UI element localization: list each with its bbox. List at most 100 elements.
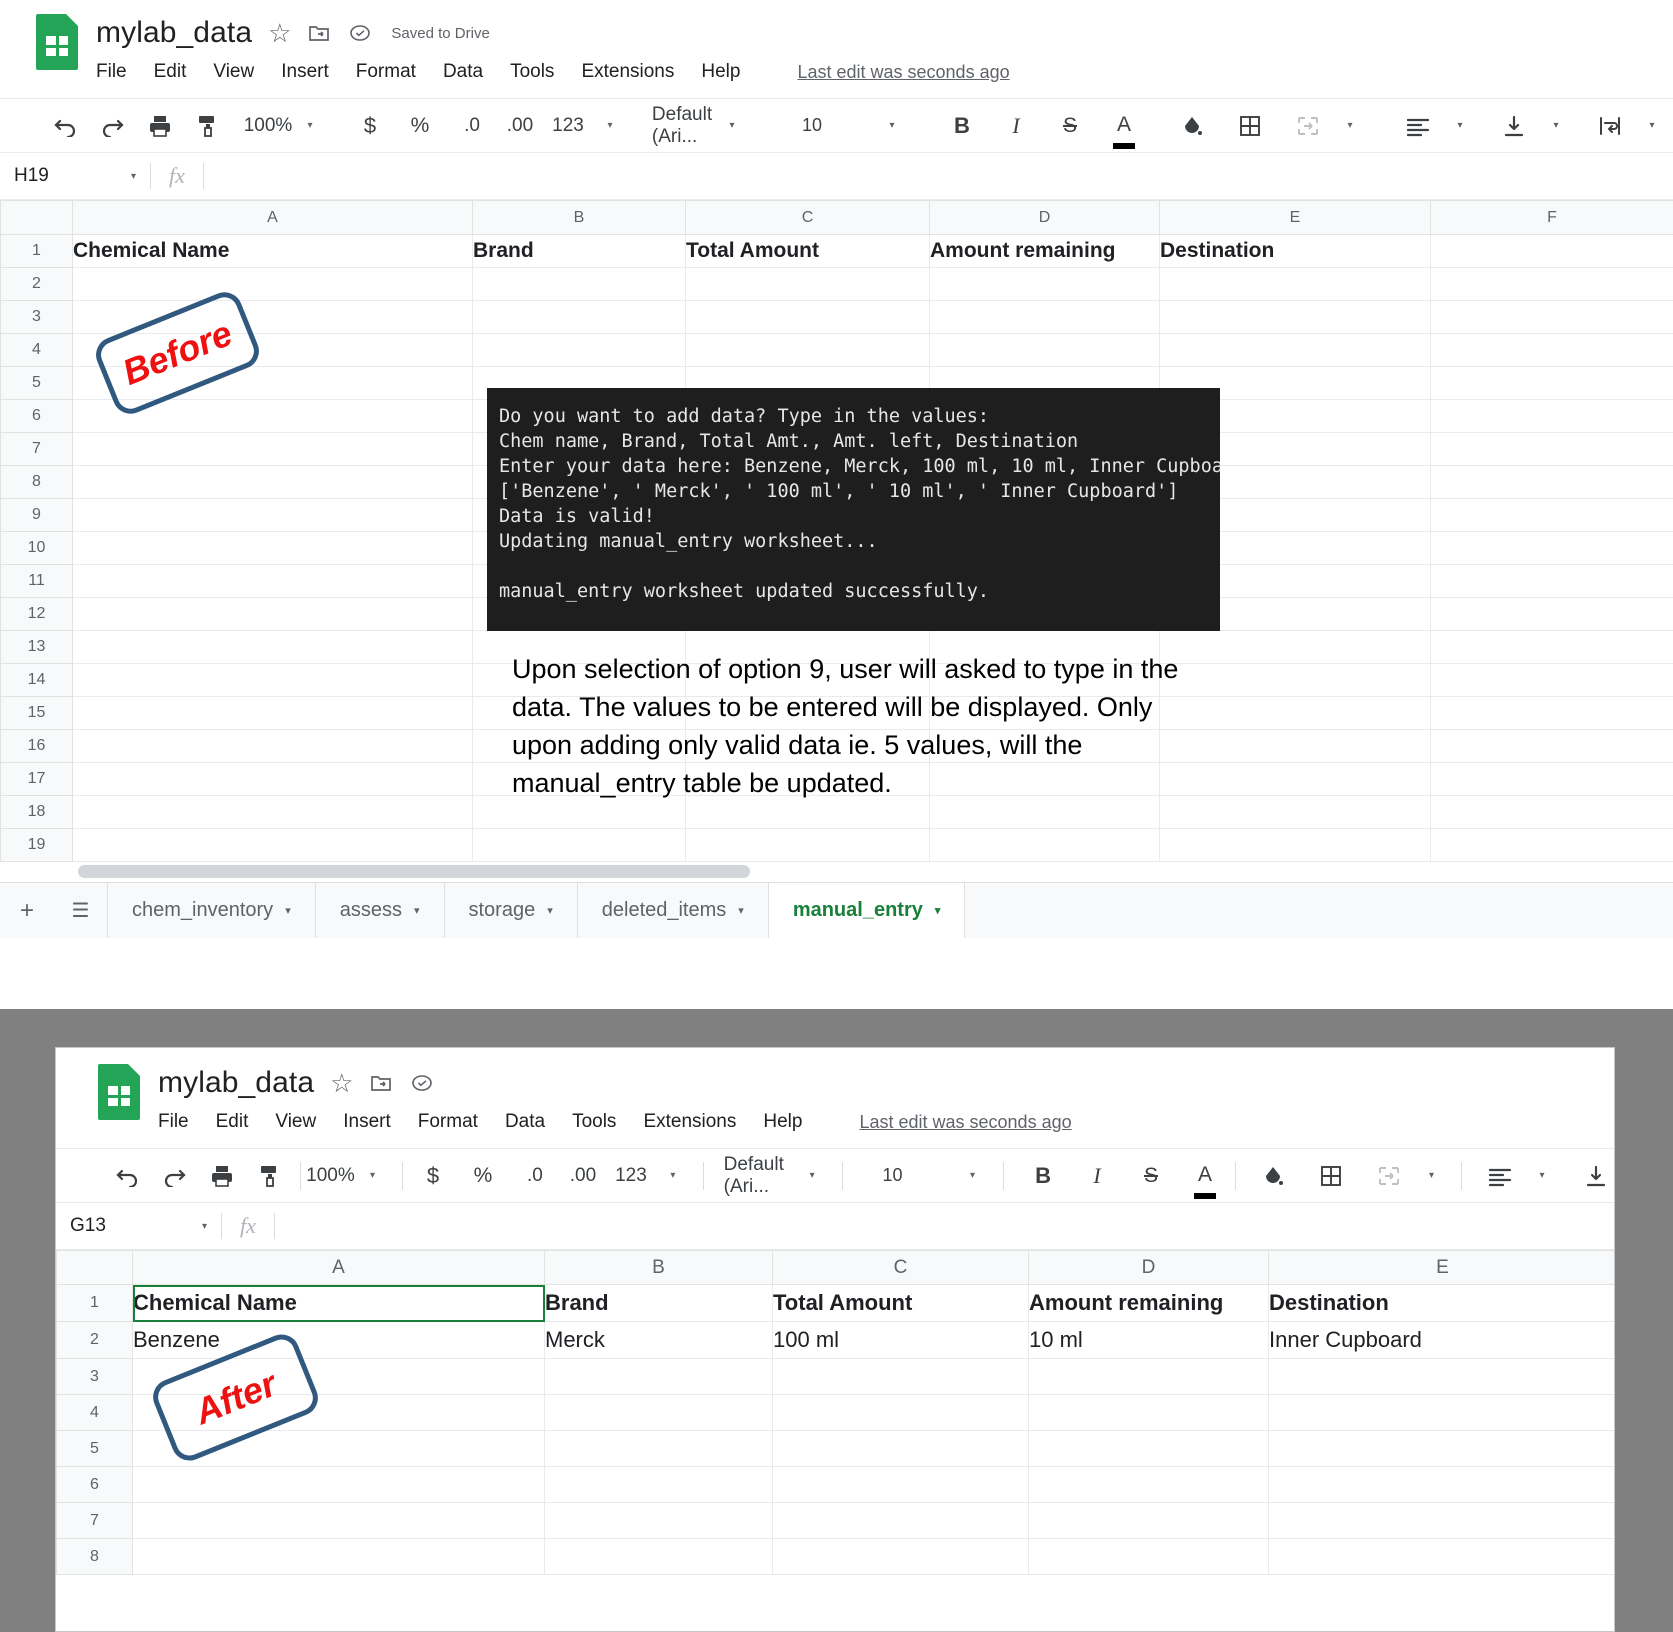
cell-f18[interactable] (1430, 795, 1673, 829)
menu-view[interactable]: View (213, 61, 254, 83)
menu-help[interactable]: Help (763, 1111, 802, 1133)
cell-f16[interactable] (1430, 729, 1673, 763)
row-header-7[interactable]: 7 (56, 1502, 133, 1539)
cell-a1[interactable]: Chemical Name (132, 1284, 545, 1322)
row-header-14[interactable]: 14 (0, 663, 73, 697)
cell-e5[interactable] (1268, 1430, 1614, 1467)
cell-b2[interactable]: Merck (544, 1321, 773, 1359)
column-header-d[interactable]: D (929, 200, 1160, 235)
row-header-5[interactable]: 5 (56, 1430, 133, 1467)
cell-d8[interactable] (1028, 1538, 1269, 1575)
row-header-5[interactable]: 5 (0, 366, 73, 400)
row-header-15[interactable]: 15 (0, 696, 73, 730)
row-header-13[interactable]: 13 (0, 630, 73, 664)
cell-a2[interactable]: Benzene (132, 1321, 545, 1359)
cell-a17[interactable] (72, 762, 473, 796)
sheet-tab-assess[interactable]: assess ▾ (316, 883, 445, 938)
merge-chevron-down-icon[interactable]: ▾ (1413, 1156, 1449, 1196)
cell-c3[interactable] (685, 300, 930, 334)
redo-icon[interactable] (156, 1156, 192, 1196)
cell-c4[interactable] (772, 1394, 1029, 1431)
row-header-2[interactable]: 2 (56, 1321, 133, 1359)
text-color-button[interactable]: A (1106, 106, 1142, 146)
number-format-button[interactable]: 123 (613, 1156, 649, 1196)
row-header-18[interactable]: 18 (0, 795, 73, 829)
cell-c1[interactable]: Total Amount (685, 234, 930, 268)
cell-d1[interactable]: Amount remaining (1028, 1284, 1269, 1322)
cell-c7[interactable] (772, 1502, 1029, 1539)
row-header-8[interactable]: 8 (56, 1538, 133, 1575)
font-size-chevron-down-icon[interactable]: ▾ (874, 106, 910, 146)
numfmt-chevron-down-icon[interactable]: ▾ (592, 106, 628, 146)
name-box[interactable]: G13 ▾ (56, 1215, 221, 1237)
sheet-tab-chem_inventory[interactable]: chem_inventory ▾ (108, 883, 316, 938)
strikethrough-button[interactable]: S (1133, 1156, 1169, 1196)
bold-button[interactable]: B (944, 106, 980, 146)
cell-f12[interactable] (1430, 597, 1673, 631)
cell-a7[interactable] (132, 1502, 545, 1539)
font-size-value[interactable]: 10 (875, 1156, 911, 1196)
row-header-10[interactable]: 10 (0, 531, 73, 565)
cell-c8[interactable] (772, 1538, 1029, 1575)
increase-decimal-button[interactable]: .00 (502, 106, 538, 146)
cell-f5[interactable] (1430, 366, 1673, 400)
paint-format-icon[interactable] (252, 1156, 288, 1196)
column-header-e[interactable]: E (1268, 1250, 1614, 1285)
cell-f9[interactable] (1430, 498, 1673, 532)
strikethrough-button[interactable]: S (1052, 106, 1088, 146)
namebox-chevron-down-icon[interactable]: ▾ (131, 171, 136, 182)
select-all-corner[interactable] (0, 200, 73, 235)
cell-d1[interactable]: Amount remaining (929, 234, 1160, 268)
cell-e4[interactable] (1159, 333, 1431, 367)
cell-c5[interactable] (772, 1430, 1029, 1467)
function-icon[interactable]: fx (222, 1213, 274, 1239)
cell-e3[interactable] (1268, 1358, 1614, 1395)
cell-a18[interactable] (72, 795, 473, 829)
cell-f1[interactable] (1430, 234, 1673, 268)
percent-format-button[interactable]: % (402, 106, 438, 146)
currency-format-button[interactable]: $ (352, 106, 388, 146)
merge-chevron-down-icon[interactable]: ▾ (1332, 106, 1368, 146)
function-icon[interactable]: fx (151, 163, 203, 189)
menu-format[interactable]: Format (418, 1111, 478, 1133)
column-header-a[interactable]: A (132, 1250, 545, 1285)
cell-e19[interactable] (1159, 828, 1431, 862)
fill-color-icon[interactable] (1174, 106, 1210, 146)
cell-a12[interactable] (72, 597, 473, 631)
cell-e2[interactable]: Inner Cupboard (1268, 1321, 1614, 1359)
cell-a8[interactable] (72, 465, 473, 499)
halign-chevron-down-icon[interactable]: ▾ (1442, 106, 1478, 146)
cell-b4[interactable] (472, 333, 686, 367)
increase-decimal-button[interactable]: .00 (565, 1156, 601, 1196)
star-icon[interactable]: ☆ (330, 1068, 353, 1099)
cell-b3[interactable] (544, 1358, 773, 1395)
cell-f2[interactable] (1430, 267, 1673, 301)
cell-a19[interactable] (72, 828, 473, 862)
cell-d5[interactable] (1028, 1430, 1269, 1467)
cell-f15[interactable] (1430, 696, 1673, 730)
star-icon[interactable]: ☆ (268, 18, 291, 49)
horizontal-align-icon[interactable] (1400, 106, 1436, 146)
cell-f7[interactable] (1430, 432, 1673, 466)
row-header-7[interactable]: 7 (0, 432, 73, 466)
menu-edit[interactable]: Edit (154, 61, 187, 83)
redo-icon[interactable] (94, 106, 130, 146)
row-header-4[interactable]: 4 (56, 1394, 133, 1431)
cell-c2[interactable]: 100 ml (772, 1321, 1029, 1359)
cell-e3[interactable] (1159, 300, 1431, 334)
cell-b8[interactable] (544, 1538, 773, 1575)
cell-b4[interactable] (544, 1394, 773, 1431)
document-title[interactable]: mylab_data (96, 16, 252, 50)
cell-a14[interactable] (72, 663, 473, 697)
last-edit-label[interactable]: Last edit was seconds ago (859, 1112, 1071, 1133)
horizontal-align-icon[interactable] (1482, 1156, 1518, 1196)
borders-icon[interactable] (1313, 1156, 1349, 1196)
namebox-chevron-down-icon[interactable]: ▾ (202, 1221, 207, 1232)
row-header-8[interactable]: 8 (0, 465, 73, 499)
cell-a15[interactable] (72, 696, 473, 730)
row-header-1[interactable]: 1 (0, 234, 73, 268)
cell-b2[interactable] (472, 267, 686, 301)
row-header-11[interactable]: 11 (0, 564, 73, 598)
row-header-6[interactable]: 6 (0, 399, 73, 433)
cell-a7[interactable] (72, 432, 473, 466)
